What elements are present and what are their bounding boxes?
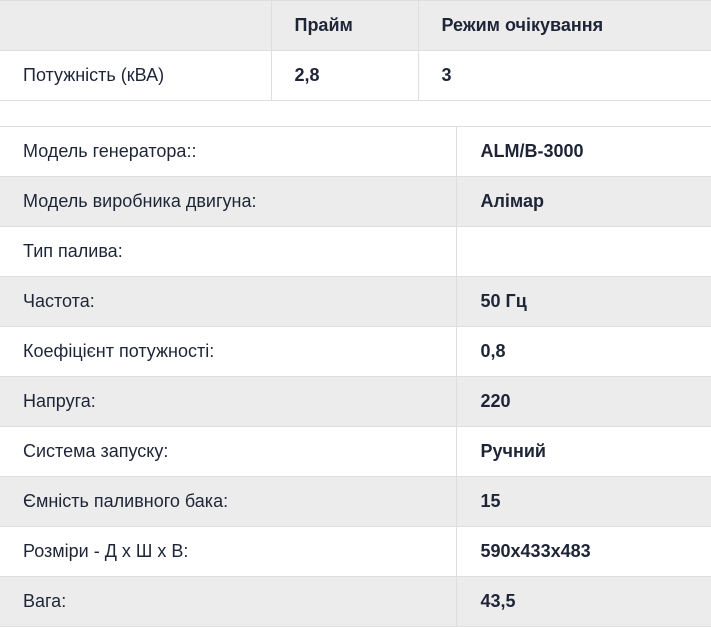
- spec-row: Частота: 50 Гц: [0, 276, 711, 327]
- spec-value: [455, 226, 711, 277]
- spec-row: Розміри - Д х Ш х В: 590x433x483: [0, 526, 711, 577]
- header-empty-cell: [0, 0, 271, 51]
- spec-row: Ємність паливного бака: 15: [0, 476, 711, 527]
- specs-table: Модель генератора:: ALM/B-3000 Модель виро…: [0, 126, 711, 627]
- spec-row: Напруга: 220: [0, 376, 711, 427]
- spec-label: Модель генератора::: [0, 126, 456, 177]
- header-standby: Режим очікування: [417, 0, 711, 51]
- spec-row: Вага: 43,5: [0, 576, 711, 627]
- power-standby-value: 3: [417, 50, 711, 101]
- spec-label: Частота:: [0, 276, 456, 327]
- spec-value: Ручний: [455, 426, 711, 477]
- header-prime: Прайм: [270, 0, 418, 51]
- spec-label: Коефіцієнт потужності:: [0, 326, 456, 377]
- power-table: Прайм Режим очікування Потужність (кВА) …: [0, 0, 711, 101]
- spec-row: Тип палива:: [0, 226, 711, 277]
- spec-row: Модель виробника двигуна: Алімар: [0, 176, 711, 227]
- spec-value: ALM/B-3000: [455, 126, 711, 177]
- power-table-header: Прайм Режим очікування: [0, 0, 711, 51]
- spec-row: Коефіцієнт потужності: 0,8: [0, 326, 711, 377]
- spec-label: Модель виробника двигуна:: [0, 176, 456, 227]
- spec-value: 0,8: [455, 326, 711, 377]
- power-label: Потужність (кВА): [0, 50, 271, 101]
- spec-value: Алімар: [455, 176, 711, 227]
- spec-value: 220: [455, 376, 711, 427]
- spec-row: Модель генератора:: ALM/B-3000: [0, 126, 711, 177]
- spec-label: Напруга:: [0, 376, 456, 427]
- spec-label: Розміри - Д х Ш х В:: [0, 526, 456, 577]
- spec-value: 15: [455, 476, 711, 527]
- spec-value: 590x433x483: [455, 526, 711, 577]
- spec-value: 43,5: [455, 576, 711, 627]
- spec-label: Вага:: [0, 576, 456, 627]
- power-row: Потужність (кВА) 2,8 3: [0, 50, 711, 101]
- spec-value: 50 Гц: [455, 276, 711, 327]
- spec-row: Система запуску: Ручний: [0, 426, 711, 477]
- spec-label: Тип палива:: [0, 226, 456, 277]
- power-prime-value: 2,8: [270, 50, 418, 101]
- spec-label: Система запуску:: [0, 426, 456, 477]
- spec-label: Ємність паливного бака:: [0, 476, 456, 527]
